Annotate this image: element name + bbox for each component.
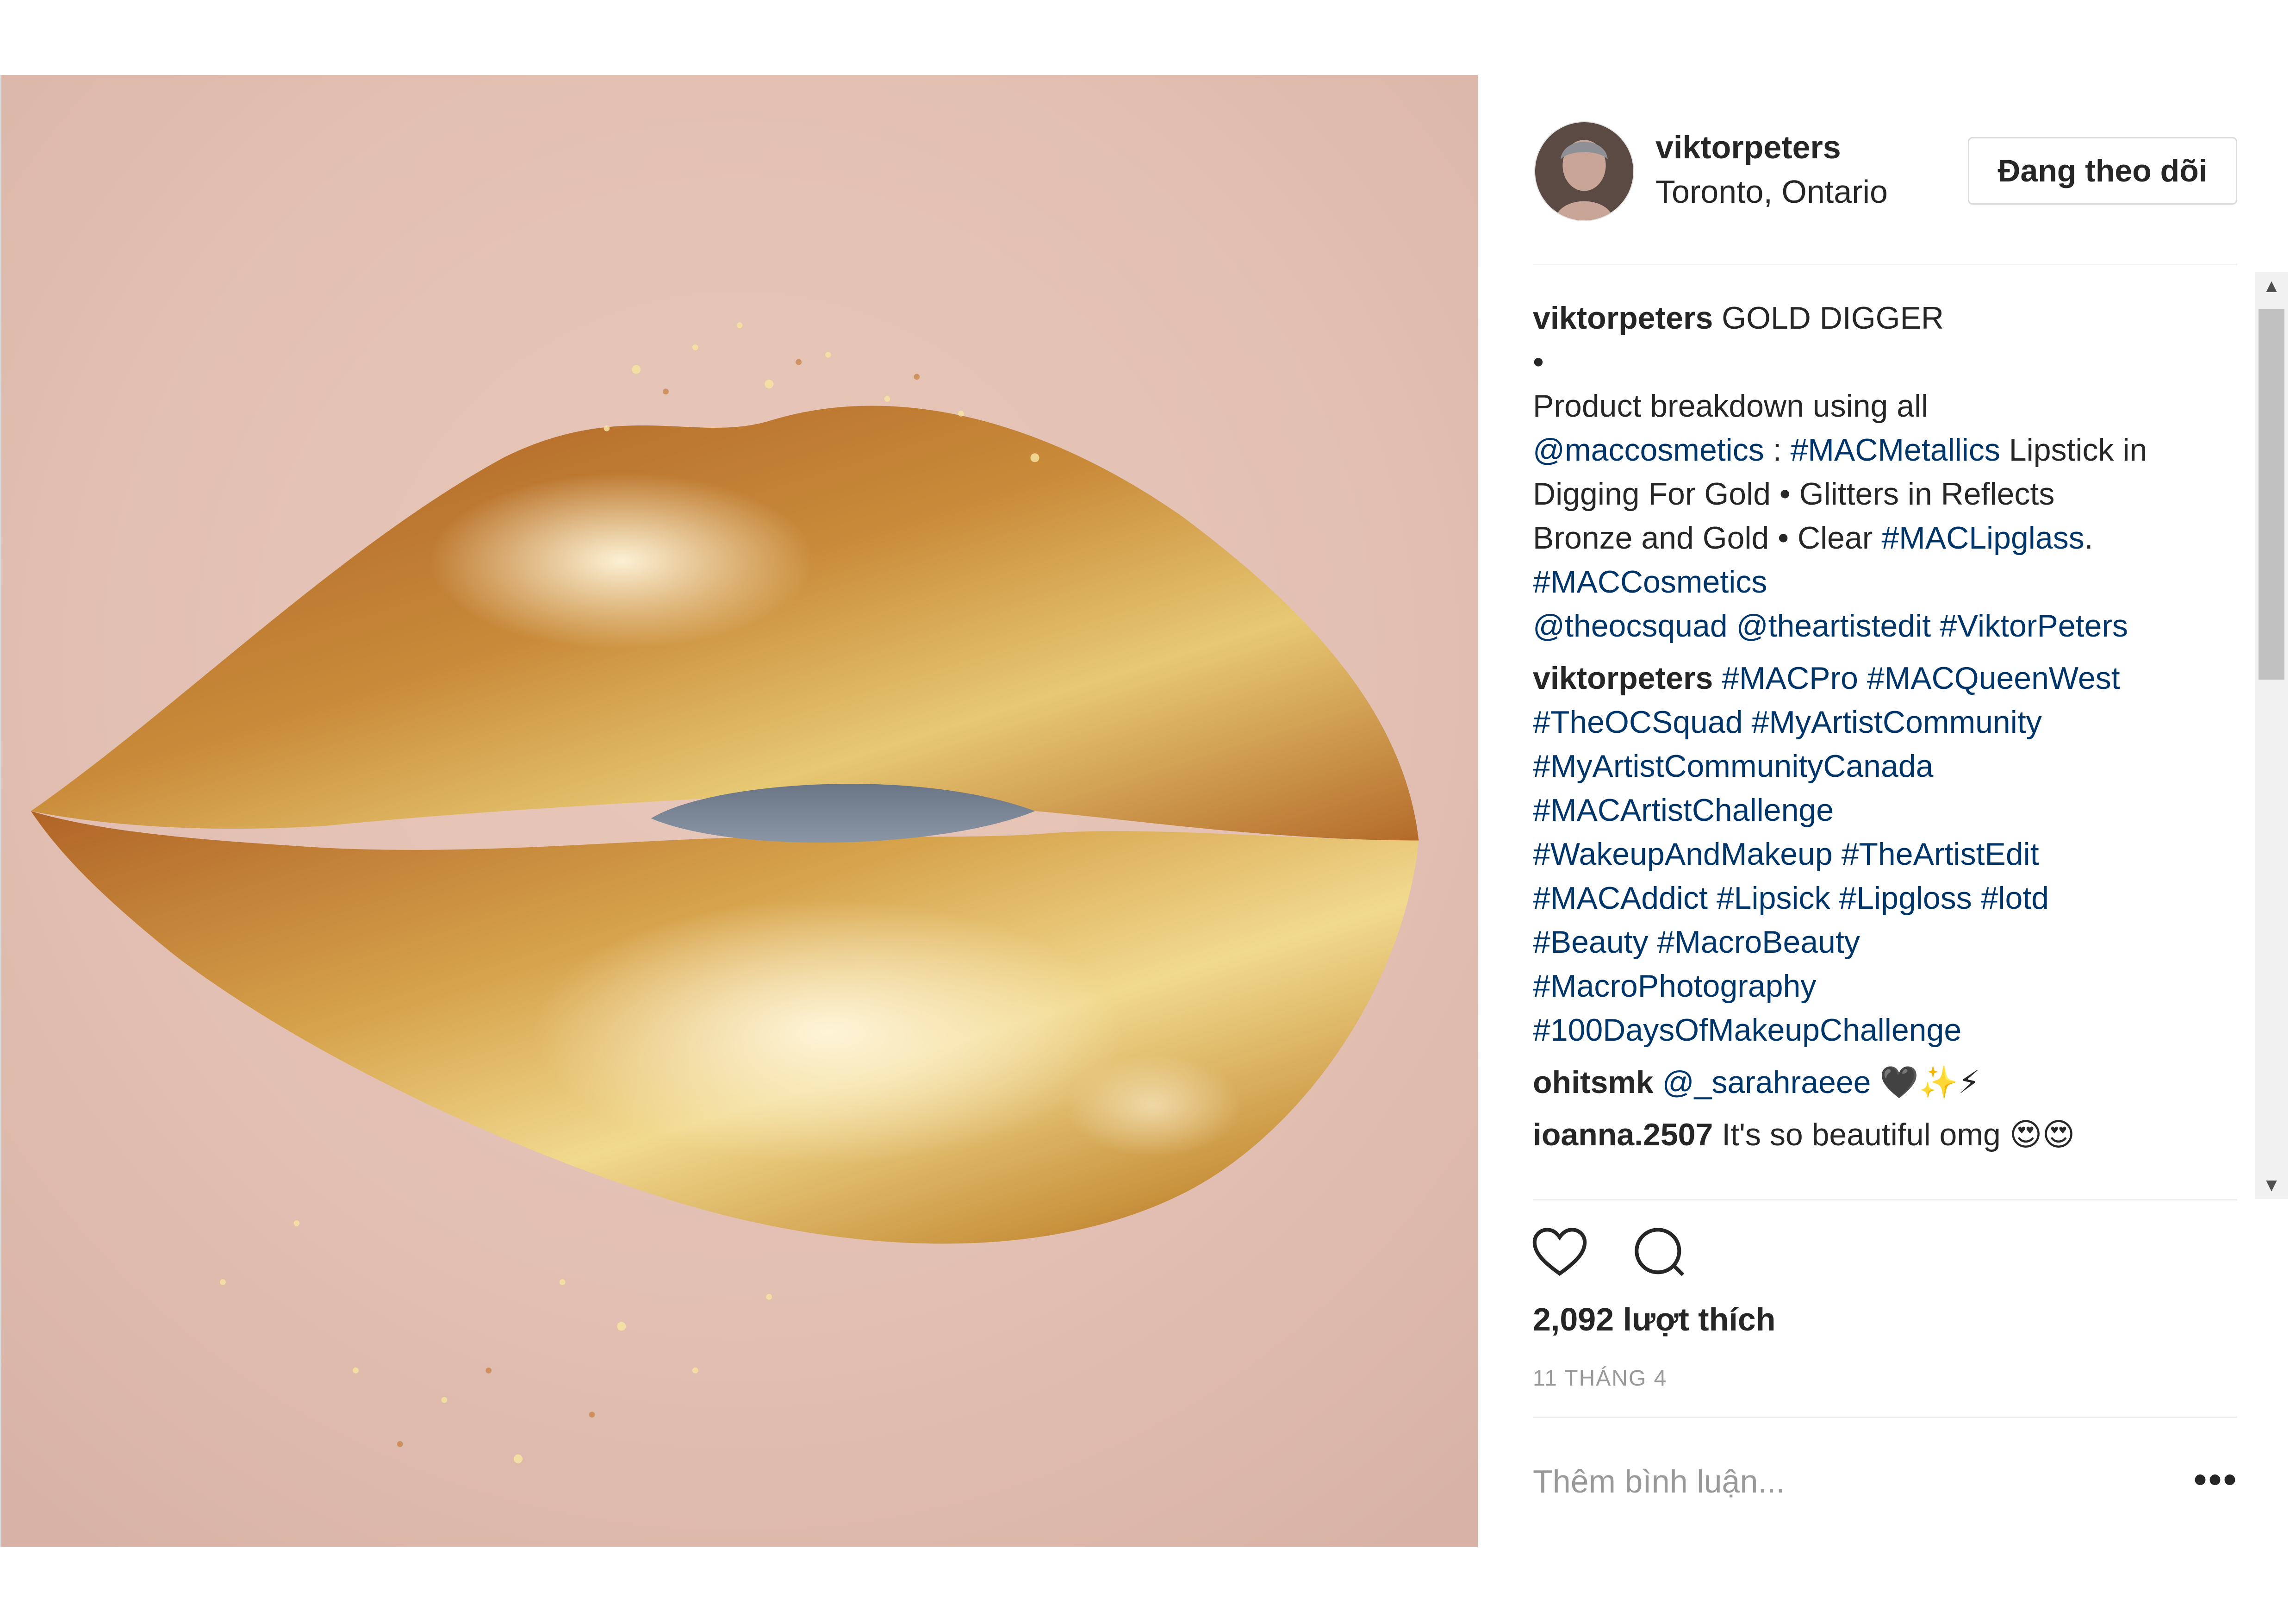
post-photo — [0, 75, 1478, 1547]
comment-text: . — [2084, 520, 2093, 556]
scroll-down-arrow-icon[interactable]: ▼ — [2255, 1171, 2288, 1199]
comment-text — [1713, 661, 1722, 696]
comment-text — [1743, 705, 1752, 740]
more-options-icon[interactable]: ••• — [2194, 1458, 2238, 1501]
comment-text — [1833, 837, 1842, 872]
hashtag-link[interactable]: #Lipsick — [1717, 881, 1830, 916]
hashtag-link[interactable]: #100DaysOfMakeupChallenge — [1533, 1012, 1961, 1048]
hashtag-link[interactable]: #MACPro — [1722, 661, 1858, 696]
hashtag-link[interactable]: #MACLipglass — [1881, 520, 2084, 556]
mention-link[interactable]: @theartistedit — [1736, 608, 1931, 643]
heart-icon[interactable] — [1530, 1222, 1590, 1282]
mention-link[interactable]: @_sarahraeee — [1662, 1065, 1871, 1100]
hashtag-link[interactable]: #MyArtistCommunityCanada — [1533, 749, 1933, 784]
comment-text — [1728, 608, 1736, 643]
comment-text — [1972, 881, 1981, 916]
comments-list: viktorpeters GOLD DIGGER • Product break… — [1533, 296, 2246, 1185]
comment-username[interactable]: viktorpeters — [1533, 300, 1713, 336]
header-divider — [1533, 264, 2237, 265]
hashtag-link[interactable]: #MACMetallics — [1790, 432, 2000, 468]
likes-count[interactable]: 2,092 lượt thích — [1533, 1301, 1776, 1338]
comment-text — [1708, 881, 1717, 916]
comments-scrollbar[interactable]: ▲ ▼ — [2255, 272, 2288, 1199]
hashtag-link[interactable]: #MACCosmetics — [1533, 564, 1767, 600]
comment-username[interactable]: ioanna.2507 — [1533, 1117, 1713, 1152]
avatar[interactable] — [1534, 121, 1634, 221]
comment-username[interactable]: ohitsmk — [1533, 1065, 1654, 1100]
add-comment-input[interactable]: Thêm bình luận... — [1533, 1463, 1785, 1500]
hashtag-link[interactable]: #MacroPhotography — [1533, 968, 1816, 1004]
post-location[interactable]: Toronto, Ontario — [1655, 173, 1888, 210]
comment-item: viktorpeters #MACPro #MACQueenWest #TheO… — [1533, 656, 2246, 1052]
comment-text: : — [1764, 432, 1791, 468]
hashtag-link[interactable]: #MACArtistChallenge — [1533, 793, 1834, 828]
mention-link[interactable]: @maccosmetics — [1533, 432, 1764, 468]
comment-text — [1830, 881, 1839, 916]
comment-text: 🖤✨⚡ — [1871, 1065, 1980, 1100]
hashtag-link[interactable]: #MyArtistCommunity — [1752, 705, 2042, 740]
hashtag-link[interactable]: #WakeupAndMakeup — [1533, 837, 1833, 872]
hashtag-link[interactable]: #Beauty — [1533, 924, 1649, 960]
hashtag-link[interactable]: #MACAddict — [1533, 881, 1708, 916]
scrollbar-thumb[interactable] — [2259, 309, 2284, 680]
following-button[interactable]: Đang theo dõi — [1968, 137, 2237, 205]
comment-text — [1654, 1065, 1662, 1100]
comment-username[interactable]: viktorpeters — [1533, 661, 1713, 696]
comment-text — [1931, 608, 1940, 643]
comment-text — [1649, 924, 1657, 960]
footer-divider — [1533, 1417, 2237, 1418]
comments-divider — [1533, 1199, 2237, 1200]
hashtag-link[interactable]: #ViktorPeters — [1940, 608, 2128, 643]
comment-item: ioanna.2507 It's so beautiful omg 😍😍 — [1533, 1113, 2246, 1157]
comment-text: It's so beautiful omg 😍😍 — [1713, 1117, 2075, 1152]
comment-text — [1858, 661, 1867, 696]
hashtag-link[interactable]: #MacroBeauty — [1657, 924, 1860, 960]
hashtag-link[interactable]: #lotd — [1981, 881, 2049, 916]
hashtag-link[interactable]: #TheArtistEdit — [1842, 837, 2039, 872]
post-date: 11 THÁNG 4 — [1533, 1366, 1668, 1391]
mention-link[interactable]: @theocsquad — [1533, 608, 1728, 643]
hashtag-link[interactable]: #MACQueenWest — [1867, 661, 2120, 696]
comment-item: viktorpeters GOLD DIGGER • Product break… — [1533, 296, 2246, 648]
comment-item: ohitsmk @_sarahraeee 🖤✨⚡ — [1533, 1061, 2246, 1105]
scroll-up-arrow-icon[interactable]: ▲ — [2255, 272, 2288, 300]
post-author-username[interactable]: viktorpeters — [1655, 129, 1841, 166]
hashtag-link[interactable]: #TheOCSquad — [1533, 705, 1743, 740]
hashtag-link[interactable]: #Lipgloss — [1839, 881, 1972, 916]
comment-bubble-icon[interactable] — [1629, 1222, 1689, 1282]
